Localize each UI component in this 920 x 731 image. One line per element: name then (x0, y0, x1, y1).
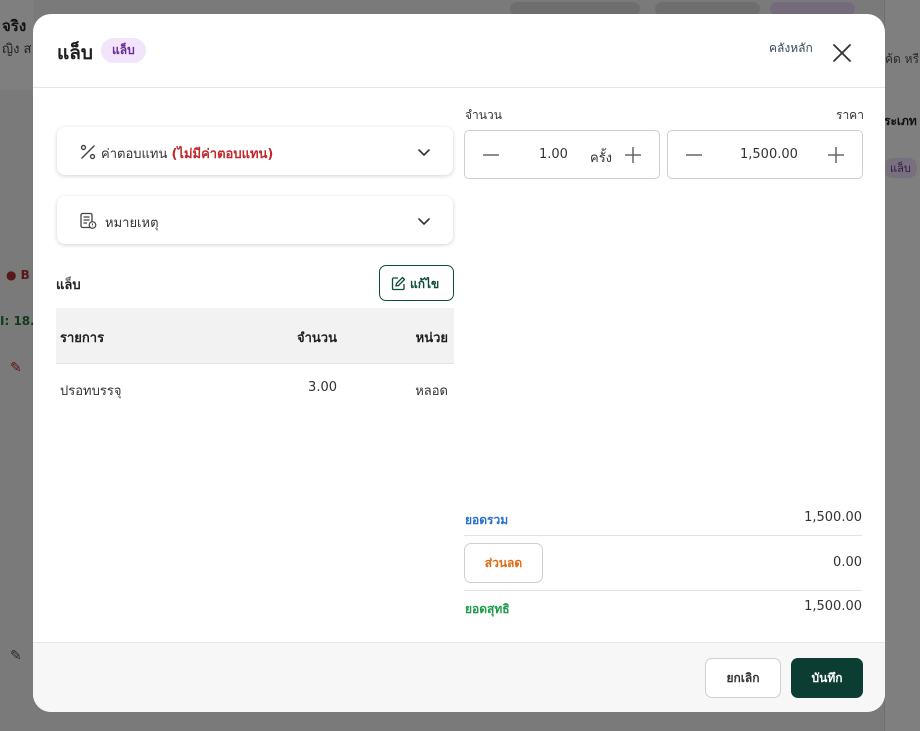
price-stepper[interactable]: 1,500.00 (667, 130, 863, 179)
note-accordion[interactable]: หมายเหตุ (57, 196, 453, 244)
quantity-unit: ครั้ง (590, 151, 613, 166)
percent-icon (80, 144, 96, 160)
lab-modal: แล็บ แล็บ คลังหลัก ค่าตอบแทน (ไม่มีค่าตอ… (33, 14, 885, 712)
net-label: ยอดสุทธิ (465, 602, 510, 616)
discount-value: 0.00 (833, 555, 862, 570)
minus-icon[interactable] (481, 145, 501, 165)
summary-divider (464, 535, 862, 536)
edit-icon (391, 276, 406, 291)
edit-button-label: แก้ไข (410, 277, 440, 291)
column-header-item: รายการ (60, 331, 105, 346)
note-icon (80, 212, 97, 229)
lab-items-table: รายการ จำนวน หน่วย ปรอทบรรจุ 3.00 หลอด (56, 308, 454, 413)
chevron-down-icon[interactable] (417, 145, 431, 159)
commission-accordion[interactable]: ค่าตอบแทน (ไม่มีค่าตอบแทน) (57, 127, 453, 175)
minus-icon[interactable] (684, 145, 704, 165)
quantity-value[interactable]: 1.00 (539, 147, 568, 162)
row-unit: หลอด (415, 384, 448, 399)
total-value: 1,500.00 (804, 510, 862, 525)
column-header-qty: จำนวน (297, 331, 337, 346)
net-value: 1,500.00 (804, 599, 862, 614)
edit-button[interactable]: แก้ไข (379, 265, 454, 301)
quantity-stepper[interactable]: 1.00 ครั้ง (464, 130, 660, 179)
modal-footer: ยกเลิก บันทึก (33, 642, 885, 712)
row-item: ปรอทบรรจุ (60, 384, 122, 399)
category-badge: แล็บ (101, 38, 146, 63)
modal-title: แล็บ (57, 42, 93, 64)
row-qty: 3.00 (308, 380, 337, 395)
price-value[interactable]: 1,500.00 (740, 147, 798, 162)
cancel-button[interactable]: ยกเลิก (705, 658, 781, 698)
plus-icon[interactable] (623, 145, 643, 165)
table-row: ปรอทบรรจุ 3.00 หลอด (56, 363, 454, 413)
table-header: รายการ จำนวน หน่วย (56, 308, 454, 363)
price-label: ราคา (836, 108, 864, 122)
commission-label: ค่าตอบแทน (ไม่มีค่าตอบแทน) (101, 143, 273, 164)
save-button[interactable]: บันทึก (791, 658, 863, 698)
plus-icon[interactable] (826, 145, 846, 165)
close-icon[interactable] (831, 42, 853, 64)
commission-title: ค่าตอบแทน (101, 147, 168, 162)
total-label: ยอดรวม (465, 513, 509, 527)
discount-button[interactable]: ส่วนลด (464, 543, 543, 583)
quantity-label: จำนวน (465, 108, 502, 122)
modal-header: แล็บ แล็บ คลังหลัก (33, 14, 885, 88)
commission-status: (ไม่มีค่าตอบแทน) (171, 147, 274, 162)
store-link[interactable]: คลังหลัก (769, 39, 813, 58)
chevron-down-icon[interactable] (417, 214, 431, 228)
lab-section-label: แล็บ (56, 278, 81, 293)
summary-divider (464, 590, 862, 591)
column-header-unit: หน่วย (415, 331, 448, 346)
note-label: หมายเหตุ (105, 216, 159, 231)
